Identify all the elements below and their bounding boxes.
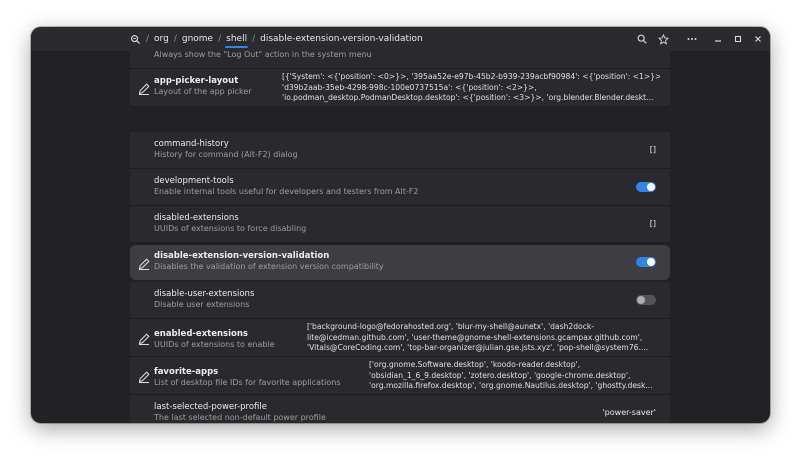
more-icon[interactable] <box>683 30 701 48</box>
row-app-picker-layout[interactable]: app-picker-layout Layout of the app pick… <box>130 69 670 107</box>
toggle-switch[interactable] <box>636 257 656 267</box>
row-subtitle: Layout of the app picker <box>154 87 252 96</box>
maximize-icon[interactable] <box>729 30 747 48</box>
row-disable-user-extensions[interactable]: disable-user-extensions Disable user ext… <box>130 282 670 319</box>
row-last-selected-power-profile[interactable]: last-selected-power-profile The last sel… <box>130 395 670 423</box>
edit-pencil-icon <box>137 331 151 346</box>
value-line: lite@icedman.github.com', 'user-theme@gn… <box>307 332 643 342</box>
row-title: command-history <box>154 139 229 149</box>
path-root-icon[interactable] <box>127 31 143 47</box>
edit-pencil-icon <box>137 369 151 384</box>
toggle-knob <box>647 258 655 266</box>
row-subtitle: UUIDs of extensions to enable <box>154 340 275 349</box>
path-bar: / org / gnome / shell / disable-extensio… <box>127 30 652 48</box>
value-line: 'd39b2aab-35eb-4298-998c-100e0737515a': … <box>282 82 537 92</box>
row-title: favorite-apps <box>154 367 219 377</box>
row-value: [{'System': <{'position': <0>}>, '395aa5… <box>282 72 660 104</box>
row-enabled-extensions[interactable]: enabled-extensions UUIDs of extensions t… <box>130 319 670 357</box>
search-icon[interactable] <box>634 31 650 47</box>
row-development-tools[interactable]: development-tools Enable internal tools … <box>130 169 670 206</box>
toggle-knob <box>647 183 655 191</box>
toggle-switch[interactable] <box>636 295 656 305</box>
row-value: [] <box>649 219 656 228</box>
row-title: disable-user-extensions <box>154 289 255 299</box>
row-subtitle: List of desktop file IDs for favorite ap… <box>154 378 341 387</box>
row-always-show-log-out[interactable]: Always show the "Log Out" action in the … <box>130 51 670 69</box>
row-value: [] <box>649 145 656 154</box>
row-title: app-picker-layout <box>154 76 239 86</box>
row-title: last-selected-power-profile <box>154 402 267 412</box>
value-line: 'io.podman_desktop.PodmanDesktop.desktop… <box>282 93 654 102</box>
row-favorite-apps[interactable]: favorite-apps List of desktop file IDs f… <box>130 357 670 395</box>
path-segment-gnome[interactable]: gnome <box>178 30 217 48</box>
row-value: 'power-saver' <box>602 408 656 417</box>
row-subtitle: Enable internal tools useful for develop… <box>154 187 419 196</box>
edit-pencil-icon <box>137 256 151 271</box>
row-subtitle: Always show the "Log Out" action in the … <box>154 51 372 59</box>
row-subtitle: History for command (Alt-F2) dialog <box>154 150 298 159</box>
row-value: ['background-logo@fedorahosted.org', 'bl… <box>307 322 660 354</box>
row-subtitle: Disables the validation of extension ver… <box>154 262 384 271</box>
row-command-history[interactable]: command-history History for command (Alt… <box>130 132 670 169</box>
row-subtitle: The last selected non-default power prof… <box>154 413 326 422</box>
row-disabled-extensions[interactable]: disabled-extensions UUIDs of extensions … <box>130 206 670 243</box>
value-line: 'org.mozilla.firefox.desktop', 'org.gnom… <box>369 381 653 390</box>
row-value: ['org.gnome.Software.desktop', 'koodo-re… <box>369 360 660 392</box>
row-title: enabled-extensions <box>154 329 248 339</box>
keys-list: Always show the "Log Out" action in the … <box>130 51 670 423</box>
close-icon[interactable] <box>749 30 767 48</box>
edit-pencil-icon <box>137 81 151 96</box>
row-title: disable-extension-version-validation <box>154 251 330 261</box>
row-title: disabled-extensions <box>154 213 239 223</box>
path-segment-org[interactable]: org <box>150 30 173 48</box>
value-line: 'obsidian_1_6_9.desktop', 'zotero.deskto… <box>369 370 631 380</box>
value-line: [{'System': <{'position': <0>}>, '395aa5… <box>282 72 660 81</box>
value-line: ['org.gnome.Software.desktop', 'koodo-re… <box>369 360 581 369</box>
minimize-icon[interactable] <box>709 30 727 48</box>
value-line: ['background-logo@fedorahosted.org', 'bl… <box>307 322 595 331</box>
toggle-knob <box>637 296 645 304</box>
path-segment-shell[interactable]: shell <box>222 30 251 48</box>
value-line: 'Vitals@CoreCoding.com', 'top-bar-organi… <box>307 343 649 352</box>
row-title: development-tools <box>154 176 234 186</box>
star-icon[interactable] <box>655 31 671 47</box>
row-subtitle: UUIDs of extensions to force disabling <box>154 224 307 233</box>
row-subtitle: Disable user extensions <box>154 300 250 309</box>
row-disable-extension-version-validation[interactable]: disable-extension-version-validation Dis… <box>130 245 670 280</box>
path-segment-disable-extension-version-validation[interactable]: disable-extension-version-validation <box>256 30 427 48</box>
header-bar: / org / gnome / shell / disable-extensio… <box>31 27 770 51</box>
app-window: / org / gnome / shell / disable-extensio… <box>31 27 770 423</box>
toggle-switch[interactable] <box>636 182 656 192</box>
